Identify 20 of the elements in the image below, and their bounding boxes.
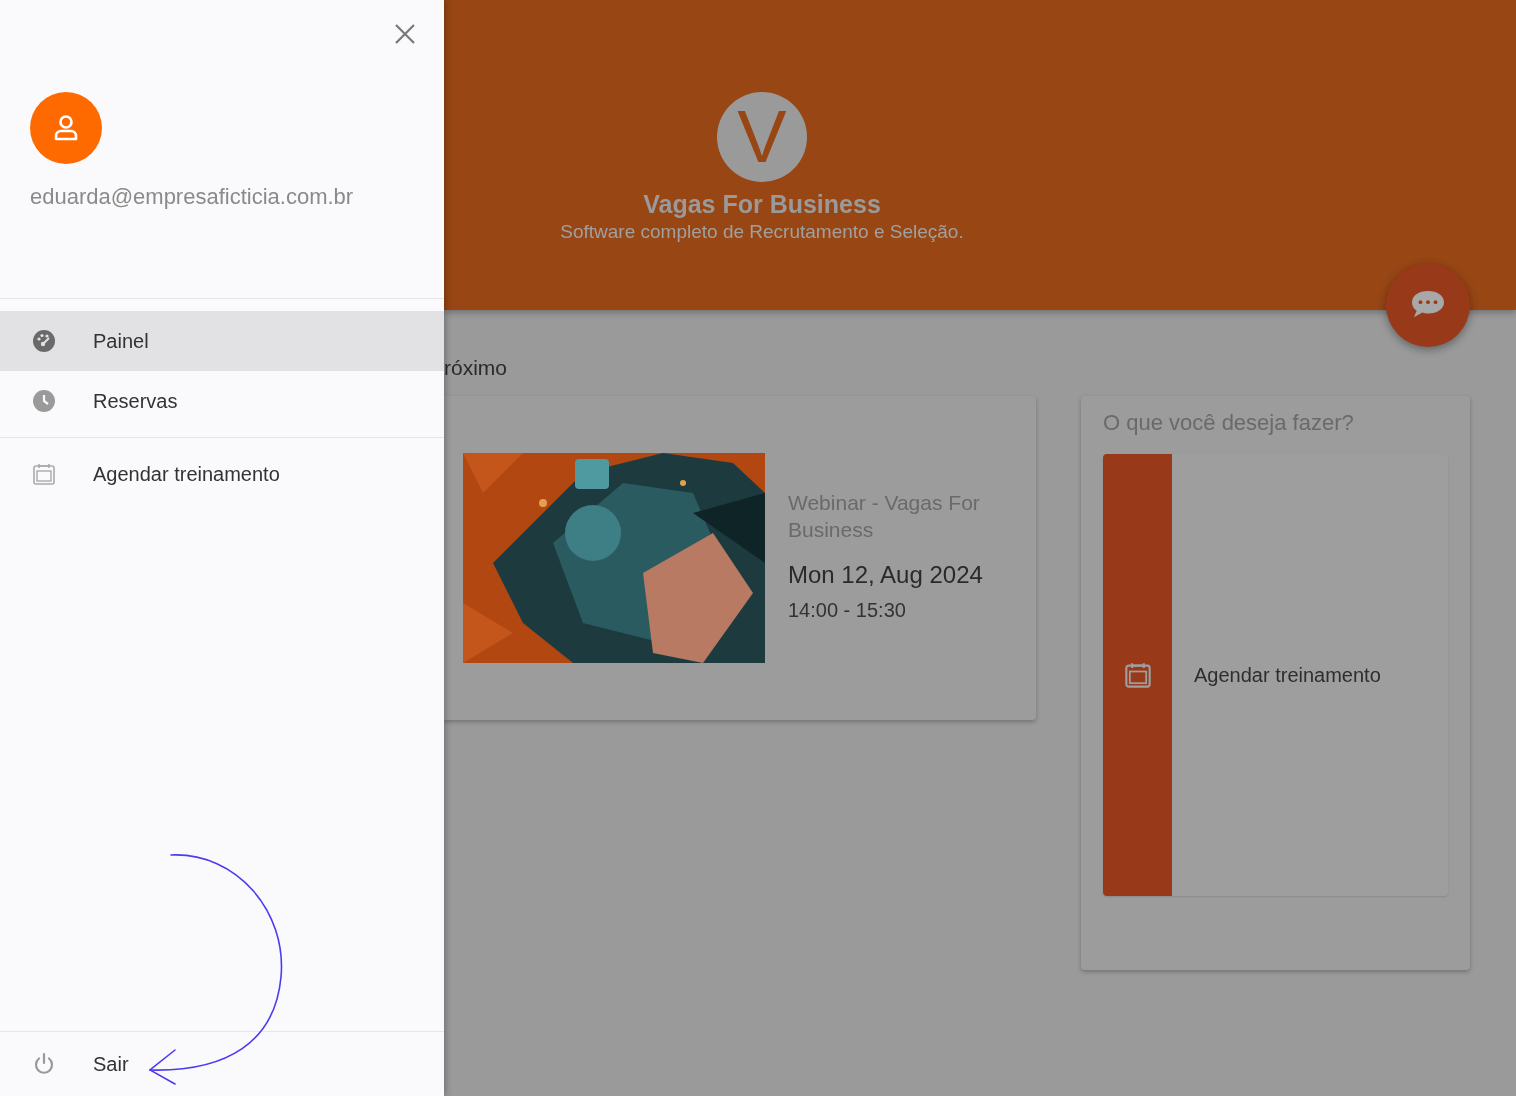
chat-button[interactable] <box>1386 263 1470 347</box>
menu-item[interactable]: Reservas <box>0 371 444 431</box>
brand-subtitle: Software completo de Recrutamento e Seleção. <box>560 221 964 243</box>
menu-item[interactable]: Painel <box>0 311 444 371</box>
event-date: Mon 12, Aug 2024 <box>788 561 984 589</box>
power-icon <box>32 1052 56 1076</box>
logout-item[interactable]: Sair <box>0 1032 444 1096</box>
menu-item[interactable]: Agendar treinamento <box>0 444 444 504</box>
logo: V <box>717 92 807 182</box>
action-label: Agendar treinamento <box>1194 663 1381 687</box>
user-email: eduarda@empresaficticia.com.br <box>30 184 355 210</box>
gauge-icon <box>32 329 56 353</box>
event-time: 14:00 - 15:30 <box>788 599 907 622</box>
section-heading: róximo <box>444 356 508 381</box>
action-tile[interactable]: Agendar treinamento <box>1103 454 1448 896</box>
close-icon[interactable] <box>393 22 417 46</box>
clock-icon <box>32 389 56 413</box>
calendar-icon <box>32 462 56 486</box>
calendar-icon <box>1123 661 1152 689</box>
brand-title: Vagas For Business <box>643 190 881 219</box>
